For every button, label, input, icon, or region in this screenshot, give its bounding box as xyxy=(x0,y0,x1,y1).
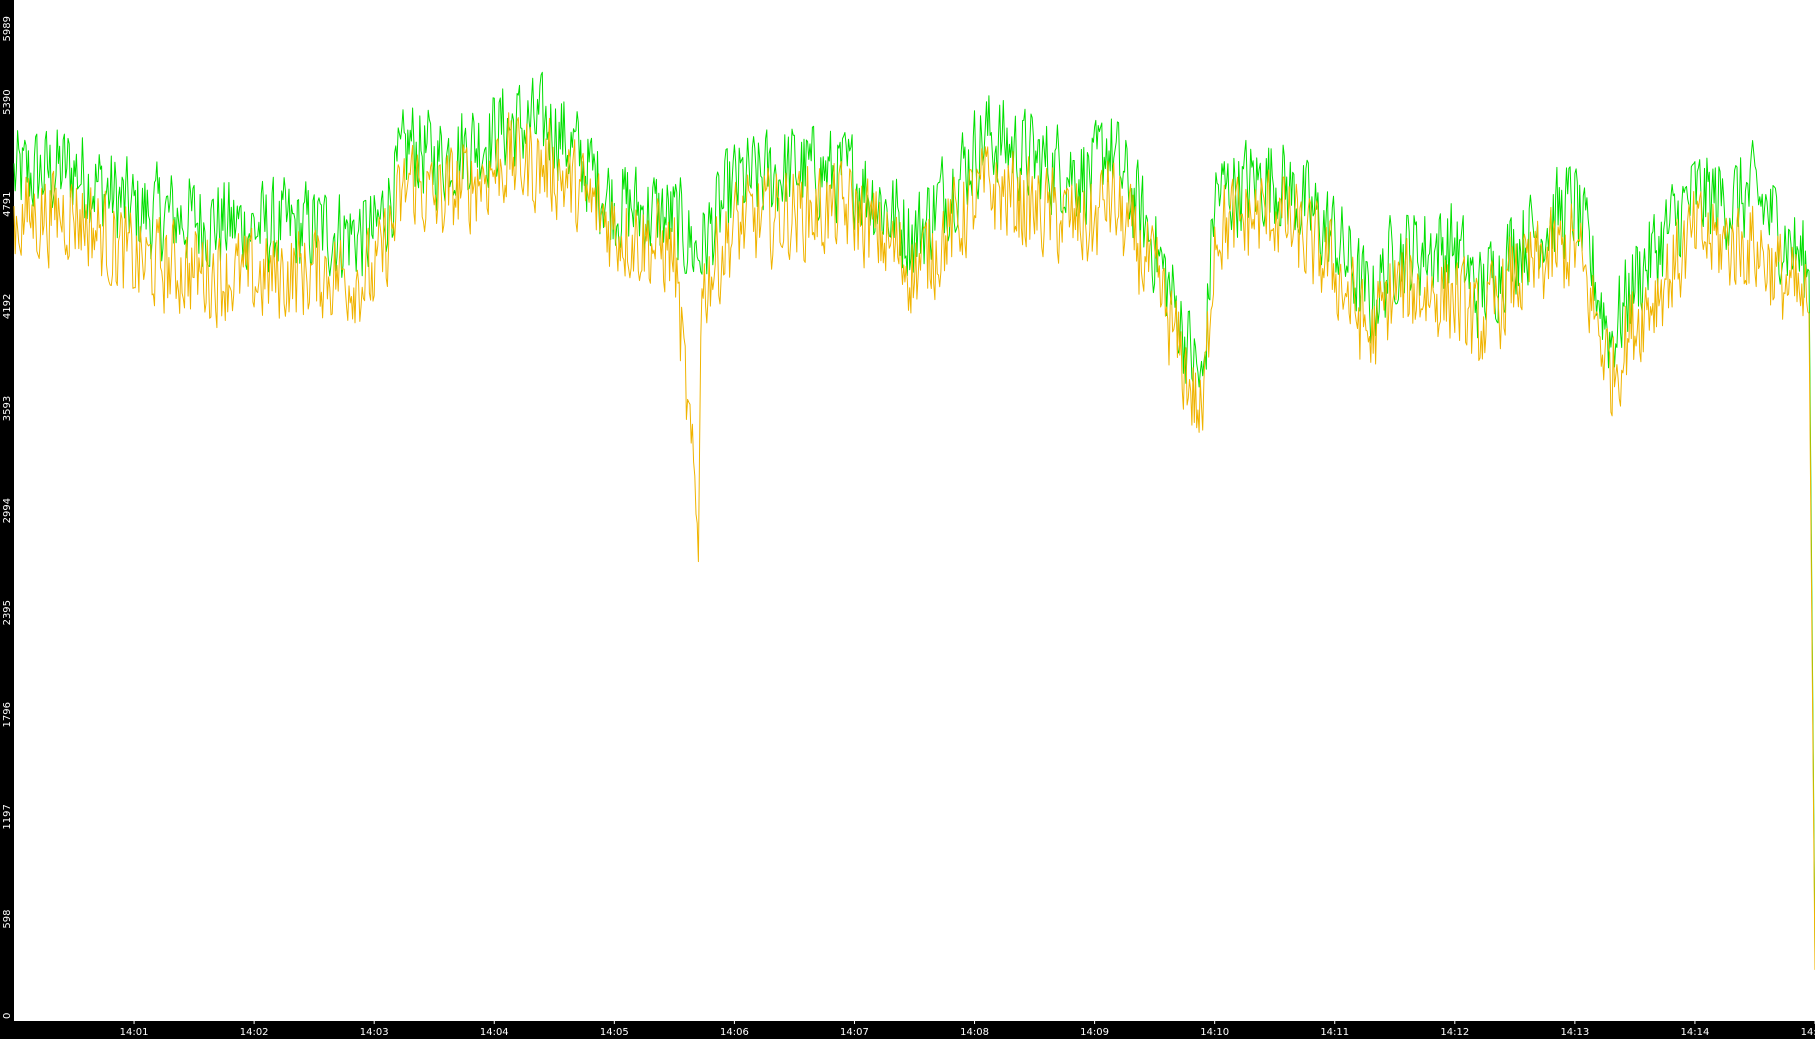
y-tick-label: 1796 xyxy=(2,702,13,727)
x-tick-label: 14:10 xyxy=(1200,1027,1229,1038)
x-tick-label: 14:14 xyxy=(1681,1027,1710,1038)
x-tick-label: 14:07 xyxy=(840,1027,869,1038)
y-tick-label: 2994 xyxy=(2,498,13,523)
x-tick-label: 14:04 xyxy=(480,1027,509,1038)
x-tick-label: 14:09 xyxy=(1080,1027,1109,1038)
y-tick-label: 4192 xyxy=(2,294,13,319)
y-tick-label: 4791 xyxy=(2,191,13,216)
y-tick-label: 1197 xyxy=(2,804,13,829)
x-tick-label: 14:13 xyxy=(1560,1027,1589,1038)
x-tick-label: 14:03 xyxy=(360,1027,389,1038)
y-tick-label: 5390 xyxy=(2,89,13,114)
y-tick-label: 5989 xyxy=(2,16,13,41)
x-tick-label: 14:02 xyxy=(240,1027,269,1038)
x-tick-label: 14:12 xyxy=(1440,1027,1469,1038)
y-tick-label: 0 xyxy=(2,1013,13,1019)
y-tick-label: 3593 xyxy=(2,396,13,421)
y-tick-label: 598 xyxy=(2,910,13,929)
plot-area xyxy=(14,0,1815,1021)
x-tick-label: 14:05 xyxy=(600,1027,629,1038)
y-tick-label: 2395 xyxy=(2,600,13,625)
chart: 0 598 1197 1796 2395 2994 3593 4192 4791 5390 5989… xyxy=(0,0,1815,1039)
x-tick-label: 14:06 xyxy=(720,1027,749,1038)
x-tick-label: 14:15 xyxy=(1801,1027,1815,1038)
x-tick-label: 14:01 xyxy=(120,1027,149,1038)
x-tick-label: 14:11 xyxy=(1320,1027,1349,1038)
x-tick-label: 14:08 xyxy=(960,1027,989,1038)
